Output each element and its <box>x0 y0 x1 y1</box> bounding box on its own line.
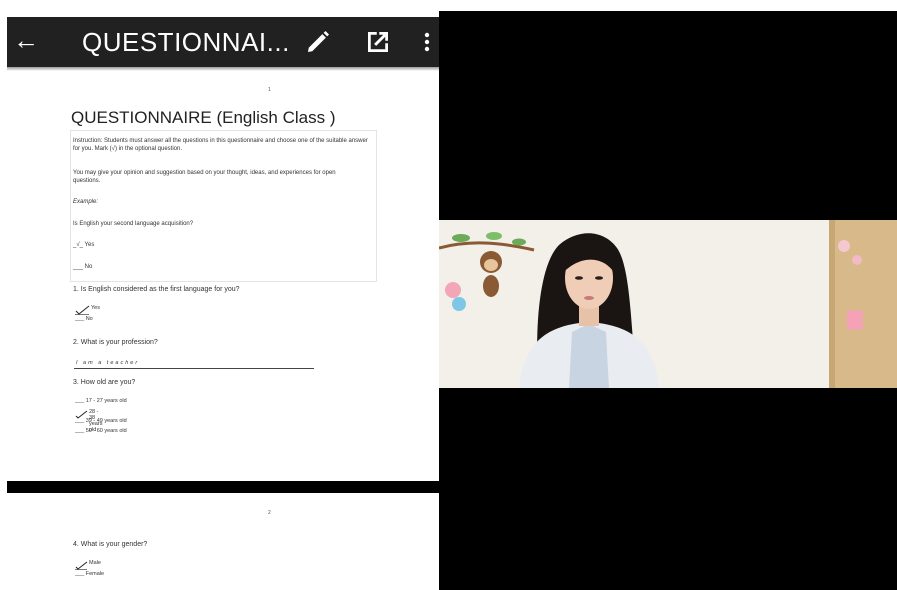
edit-button[interactable] <box>303 27 333 62</box>
question-1: 1. Is English considered as the first la… <box>73 286 240 293</box>
checkmark-icon <box>75 305 90 315</box>
open-in-new-icon <box>368 32 388 52</box>
checkmark-icon <box>75 561 88 570</box>
open-external-button[interactable] <box>363 27 393 62</box>
appbar-shadow <box>7 67 439 71</box>
more-vert-icon <box>424 32 430 52</box>
pencil-icon <box>308 31 329 52</box>
webcam-image <box>439 220 897 388</box>
back-button[interactable]: ← <box>13 25 39 55</box>
page-number-2: 2 <box>268 510 271 516</box>
instruction-text: Instruction: Students must answer all th… <box>73 138 368 152</box>
video-feed[interactable] <box>439 220 897 388</box>
example-no: ___ No <box>73 264 93 270</box>
question-4: 4. What is your gender? <box>73 541 148 548</box>
q2-answer: I am a teacher <box>76 360 140 366</box>
q3-option-1: ___ 17 - 27 years old <box>75 398 127 404</box>
arrow-left-icon: ← <box>13 25 39 55</box>
q4-male-label: Male <box>89 560 101 566</box>
document-title: QUESTIONNAI... <box>82 27 290 57</box>
questionnaire-title: QUESTIONNAIRE (English Class ) <box>71 108 336 127</box>
q1-yes-label: Yes <box>91 305 100 311</box>
page-separator <box>7 481 439 493</box>
question-2: 2. What is your profession? <box>73 339 158 346</box>
app-bar: ← QUESTIONNAI... <box>7 17 439 67</box>
opinion-note: You may give your opinion and suggestion… <box>73 170 336 184</box>
example-label: Example: <box>73 199 99 205</box>
more-options-button[interactable] <box>422 28 432 61</box>
page-number: 1 <box>268 87 271 93</box>
example-yes: _√_ Yes <box>73 242 95 248</box>
answer-underline <box>74 368 314 369</box>
q3-option-3: ___ 39 - 49 years old <box>75 418 127 424</box>
example-question: Is English your second language acquisit… <box>73 221 194 227</box>
q1-no-option: ___ No <box>75 316 93 322</box>
question-3: 3. How old are you? <box>73 379 136 386</box>
q3-option-4: ___ 50 - 60 years old <box>75 428 127 434</box>
q4-female-option: ___ Female <box>75 571 105 577</box>
